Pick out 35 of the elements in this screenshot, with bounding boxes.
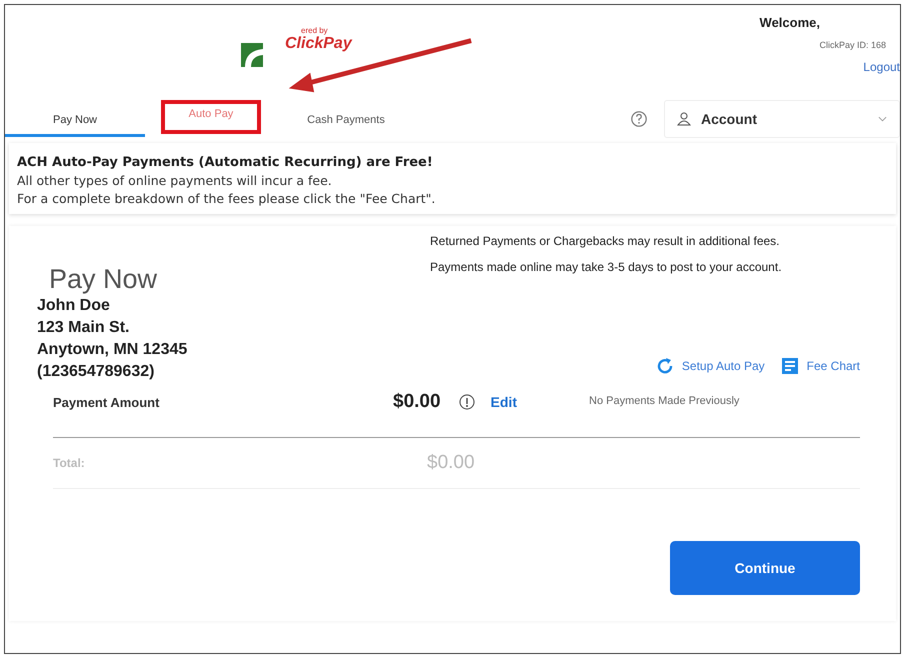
action-link[interactable]: Setup Auto Pay — [656, 357, 765, 375]
address-line: Anytown, MN 12345 — [37, 340, 188, 360]
person-icon — [677, 112, 691, 126]
chevron-icon — [878, 116, 887, 122]
action-link[interactable]: Fee Chart — [780, 357, 860, 375]
total-amount: $0.00 — [427, 452, 475, 474]
payment-amount: $0.00 — [393, 391, 441, 413]
logo-icon — [241, 43, 263, 67]
powered-by-text: ered by — [301, 26, 328, 35]
help-icon[interactable] — [630, 110, 648, 128]
account-menu[interactable]: Account — [664, 100, 900, 138]
payment-history-text: No Payments Made Previously — [589, 395, 740, 407]
info-icon[interactable] — [458, 394, 475, 410]
tab[interactable]: Pay Now — [5, 104, 145, 137]
notice-text: For a complete breakdown of the fees please click the "Fee Chart". — [17, 191, 436, 206]
continue-button[interactable]: Continue — [670, 541, 860, 595]
disclaimer-text: Payments made online may take 3-5 days to post to your account. — [430, 260, 782, 274]
total-label: Total: — [53, 456, 86, 470]
address-line: 123 Main St. — [37, 318, 130, 338]
payment-amount-label: Payment Amount — [53, 394, 160, 410]
welcome-text: Welcome, — [760, 15, 820, 30]
refresh-icon — [656, 357, 674, 375]
address-line: (123654789632) — [37, 362, 156, 382]
tab[interactable]: Cash Payments — [281, 104, 411, 137]
page-title: Pay Now — [48, 263, 158, 295]
disclaimer-text: Returned Payments or Chargebacks may result in additional fees. — [430, 234, 781, 248]
notice-headline: ACH Auto-Pay Payments (Automatic Recurring) are Free! — [17, 155, 434, 170]
logout-link[interactable]: Logout — [863, 60, 900, 74]
edit-link[interactable]: Edit — [490, 394, 517, 410]
tab[interactable]: Auto Pay — [161, 104, 261, 137]
notice-text: All other types of online payments will incur a fee. — [17, 173, 333, 188]
chart-icon — [780, 357, 799, 375]
brand-name: ClickPay — [285, 35, 352, 53]
client-id: ClickPay ID: 168 — [819, 40, 886, 50]
address-line: John Doe — [37, 296, 111, 316]
